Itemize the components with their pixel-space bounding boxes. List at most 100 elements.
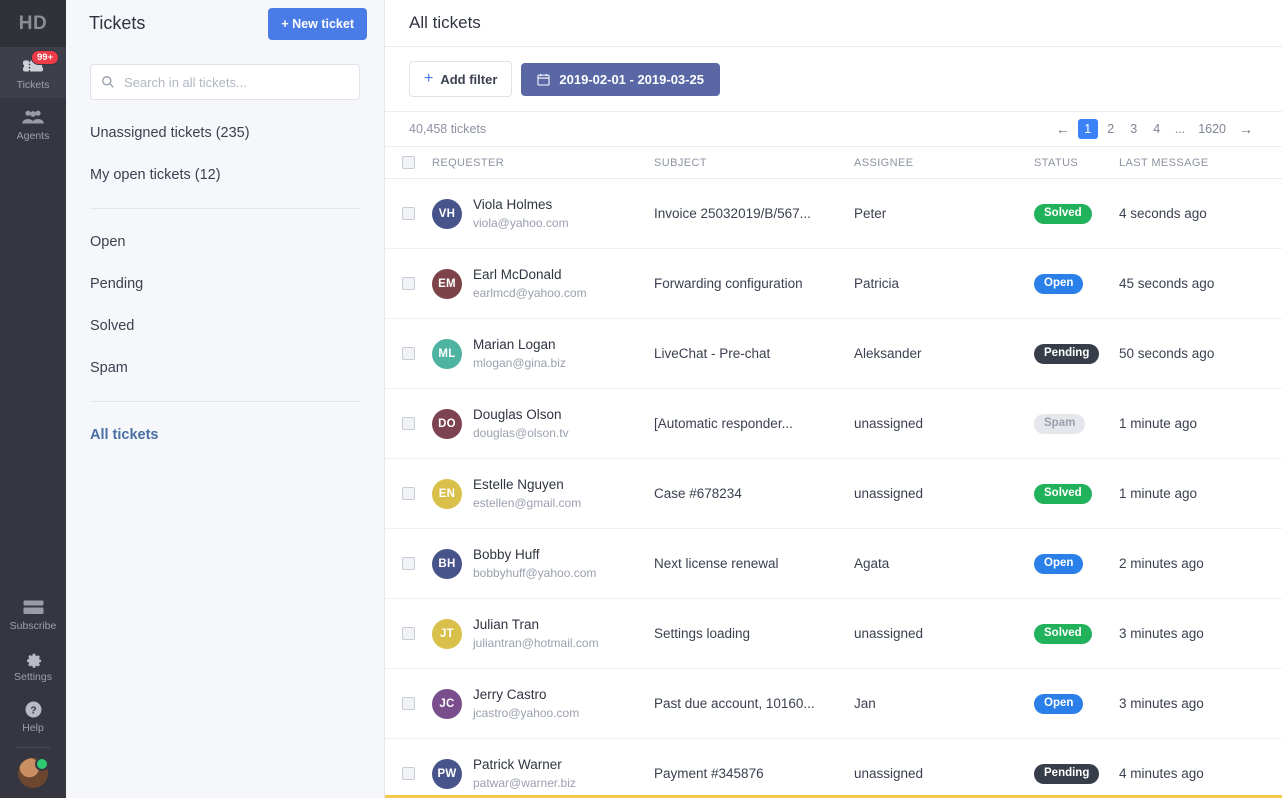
- main-title: All tickets: [409, 13, 481, 33]
- status-badge: Solved: [1034, 624, 1092, 645]
- count-bar: 40,458 tickets ← 1 2 3 4 ... 1620 →: [385, 112, 1282, 147]
- date-range-label: 2019-02-01 - 2019-03-25: [559, 72, 704, 87]
- table-row[interactable]: ML Marian Loganmlogan@gina.biz LiveChat - …: [385, 319, 1282, 389]
- subject-cell[interactable]: Settings loading: [654, 626, 854, 641]
- assignee-cell[interactable]: unassigned: [854, 416, 1034, 431]
- sidebar-item-pending[interactable]: Pending: [90, 263, 360, 305]
- assignee-cell[interactable]: Jan: [854, 696, 1034, 711]
- status-cell: Open: [1034, 553, 1119, 575]
- assignee-cell[interactable]: Peter: [854, 206, 1034, 221]
- rail-item-settings-label: Settings: [14, 671, 52, 683]
- table-row[interactable]: VHViola Holmesviola@yahoo.comInvoice 250…: [385, 179, 1282, 249]
- pagination-next[interactable]: →: [1234, 119, 1258, 139]
- sidebar-item-spam[interactable]: Spam: [90, 347, 360, 389]
- subject-cell[interactable]: Invoice 25032019/B/567...: [654, 206, 854, 221]
- assignee-cell[interactable]: unassigned: [854, 626, 1034, 641]
- row-checkbox[interactable]: [402, 627, 415, 640]
- help-icon: ?: [20, 699, 46, 719]
- table-row[interactable]: PW Patrick Warnerpatwar@warner.biz Payment…: [385, 739, 1282, 795]
- new-ticket-button[interactable]: + New ticket: [268, 8, 367, 40]
- assignee-cell[interactable]: Patricia: [854, 276, 1034, 291]
- requester-info: Bobby Huffbobbyhuff@yahoo.com: [473, 546, 596, 580]
- requester-name: Earl McDonald: [473, 266, 587, 284]
- rail-item-agents-label: Agents: [17, 130, 50, 142]
- pagination-page-1[interactable]: 1: [1078, 119, 1098, 139]
- panel-nav-top: Unassigned tickets (235) My open tickets…: [90, 112, 360, 196]
- pagination-last-page[interactable]: 1620: [1193, 119, 1231, 139]
- requester-name: Jerry Castro: [473, 686, 579, 704]
- status-cell: Spam: [1034, 413, 1119, 435]
- subject-cell[interactable]: [Automatic responder...: [654, 416, 854, 431]
- sidebar-item-solved[interactable]: Solved: [90, 305, 360, 347]
- sidebar-item-unassigned-tickets[interactable]: Unassigned tickets (235): [90, 112, 360, 154]
- table-row[interactable]: DODouglas Olsondouglas@olson.tv[Automati…: [385, 389, 1282, 459]
- row-checkbox[interactable]: [402, 487, 415, 500]
- row-select-cell: [402, 277, 432, 290]
- requester-avatar: DO: [432, 409, 462, 439]
- status-cell: Solved: [1034, 203, 1119, 225]
- search-icon: [101, 75, 115, 89]
- rail-item-settings[interactable]: Settings: [0, 639, 66, 690]
- main-header: All tickets: [385, 0, 1282, 47]
- requester-email: earlmcd@yahoo.com: [473, 285, 587, 301]
- row-checkbox[interactable]: [402, 277, 415, 290]
- row-checkbox[interactable]: [402, 207, 415, 220]
- last-message-cell: 50 seconds ago: [1119, 346, 1258, 361]
- requester-cell: ML Marian Loganmlogan@gina.biz: [432, 336, 654, 370]
- column-header-last-message[interactable]: LAST MESSAGE: [1119, 157, 1258, 169]
- date-range-button[interactable]: 2019-02-01 - 2019-03-25: [521, 63, 720, 96]
- row-checkbox[interactable]: [402, 767, 415, 780]
- ticket-count: 40,458 tickets: [409, 122, 486, 136]
- assignee-cell[interactable]: unassigned: [854, 486, 1034, 501]
- column-header-assignee[interactable]: ASSIGNEE: [854, 157, 1034, 169]
- sidebar-item-open[interactable]: Open: [90, 221, 360, 263]
- subject-cell[interactable]: LiveChat - Pre-chat: [654, 346, 854, 361]
- table-row[interactable]: ENEstelle Nguyenestellen@gmail.comCase #…: [385, 459, 1282, 529]
- requester-cell: DODouglas Olsondouglas@olson.tv: [432, 406, 654, 440]
- requester-avatar: PW: [432, 759, 462, 789]
- subject-cell[interactable]: Payment #345876: [654, 766, 854, 781]
- pagination-prev[interactable]: ←: [1051, 119, 1075, 139]
- table-row[interactable]: EMEarl McDonaldearlmcd@yahoo.comForwardi…: [385, 249, 1282, 319]
- avatar[interactable]: [18, 758, 48, 788]
- row-checkbox[interactable]: [402, 557, 415, 570]
- tickets-panel: Tickets + New ticket Unassigned tickets …: [66, 0, 385, 798]
- requester-info: Patrick Warnerpatwar@warner.biz: [473, 756, 576, 790]
- select-all-cell: [402, 156, 432, 169]
- subject-cell[interactable]: Past due account, 10160...: [654, 696, 854, 711]
- requester-info: Estelle Nguyenestellen@gmail.com: [473, 476, 581, 510]
- sidebar-item-all-tickets[interactable]: All tickets: [90, 414, 360, 456]
- requester-email: bobbyhuff@yahoo.com: [473, 565, 596, 581]
- assignee-cell[interactable]: unassigned: [854, 766, 1034, 781]
- assignee-cell[interactable]: Aleksander: [854, 346, 1034, 361]
- assignee-cell[interactable]: Agata: [854, 556, 1034, 571]
- rail-item-agents[interactable]: Agents: [0, 98, 66, 149]
- requester-info: Jerry Castrojcastro@yahoo.com: [473, 686, 579, 720]
- column-header-status[interactable]: STATUS: [1034, 157, 1119, 169]
- row-checkbox[interactable]: [402, 417, 415, 430]
- search-input[interactable]: [90, 64, 360, 100]
- row-checkbox[interactable]: [402, 347, 415, 360]
- requester-info: Marian Loganmlogan@gina.biz: [473, 336, 566, 370]
- select-all-checkbox[interactable]: [402, 156, 415, 169]
- requester-avatar: ML: [432, 339, 462, 369]
- subject-cell[interactable]: Case #678234: [654, 486, 854, 501]
- add-filter-button[interactable]: + Add filter: [409, 61, 512, 97]
- sidebar-item-my-open-tickets[interactable]: My open tickets (12): [90, 154, 360, 196]
- rail-item-tickets[interactable]: 99+ Tickets: [0, 47, 66, 98]
- panel-header: Tickets + New ticket: [66, 0, 384, 47]
- column-header-requester[interactable]: REQUESTER: [432, 157, 654, 169]
- row-checkbox[interactable]: [402, 697, 415, 710]
- column-header-subject[interactable]: SUBJECT: [654, 157, 854, 169]
- subject-cell[interactable]: Forwarding configuration: [654, 276, 854, 291]
- table-row[interactable]: JTJulian Tranjuliantran@hotmail.comSetti…: [385, 599, 1282, 669]
- subject-cell[interactable]: Next license renewal: [654, 556, 854, 571]
- app-logo: HD: [0, 0, 66, 47]
- table-row[interactable]: BHBobby Huffbobbyhuff@yahoo.comNext lice…: [385, 529, 1282, 599]
- pagination-page-3[interactable]: 3: [1124, 119, 1144, 139]
- rail-item-help[interactable]: ? Help: [0, 690, 66, 741]
- pagination-page-4[interactable]: 4: [1147, 119, 1167, 139]
- rail-item-subscribe[interactable]: Subscribe: [0, 588, 66, 639]
- pagination-page-2[interactable]: 2: [1101, 119, 1121, 139]
- table-row[interactable]: JCJerry Castrojcastro@yahoo.comPast due …: [385, 669, 1282, 739]
